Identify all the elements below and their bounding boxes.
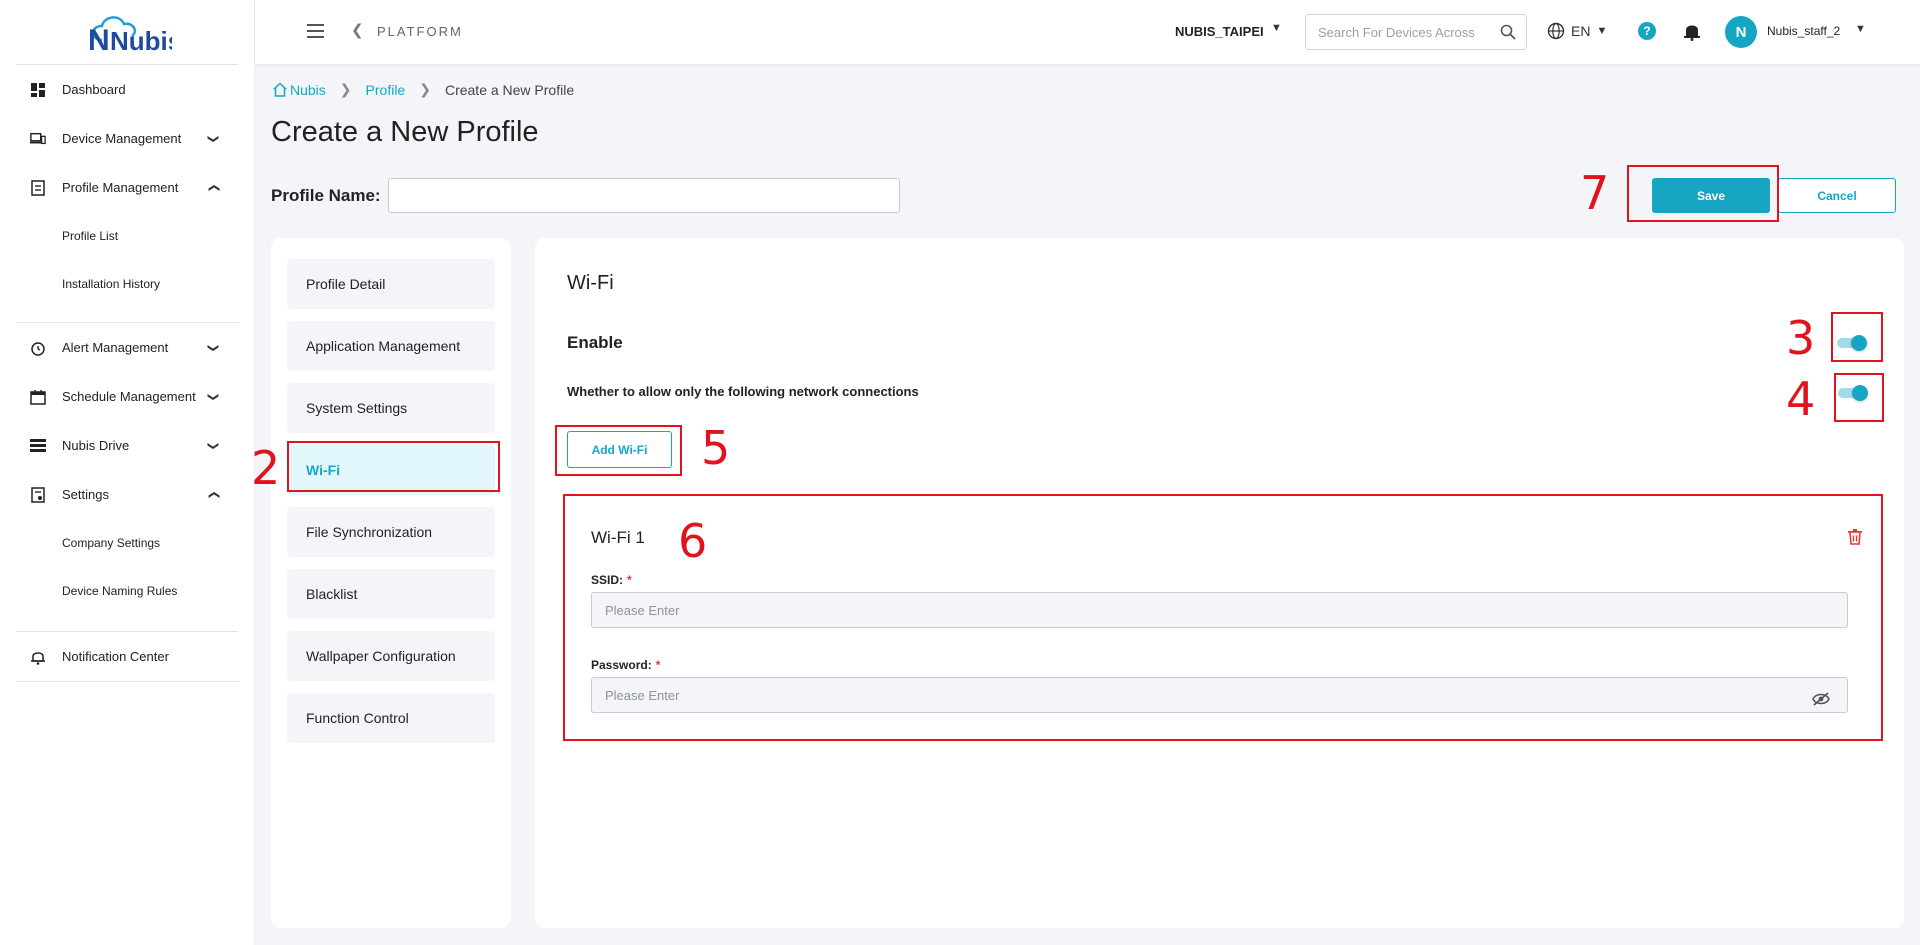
calendar-icon: [30, 389, 46, 405]
breadcrumb-separator-icon: ❯: [339, 81, 352, 97]
caret-down-icon: ▼: [1596, 25, 1608, 37]
sidebar-item-label: Dashboard: [62, 82, 126, 97]
dashboard-icon: [30, 82, 46, 98]
chevron-up-icon: ❯: [207, 489, 220, 500]
sidebar-item-label: Alert Management: [62, 340, 169, 355]
profile-icon: [30, 179, 46, 196]
logo[interactable]: N Nubis: [0, 0, 254, 64]
sidebar-item-label: Profile Management: [62, 180, 179, 195]
annotation-number: 3: [1786, 311, 1816, 365]
sidebar-item-notification-center[interactable]: Notification Center: [16, 632, 238, 681]
annotation-box-wifi-menu: [287, 441, 500, 492]
breadcrumb-current: Create a New Profile: [444, 81, 575, 98]
search-input[interactable]: [1306, 15, 1486, 49]
annotation-box-add-wifi: [555, 425, 682, 476]
help-icon[interactable]: ?: [1638, 22, 1656, 40]
chevron-down-icon: ❯: [206, 342, 219, 353]
page-title: Create a New Profile: [271, 116, 539, 148]
svg-text:N: N: [88, 24, 110, 54]
annotation-number: 4: [1786, 372, 1816, 426]
sidebar-item-installation-history[interactable]: Installation History: [16, 260, 238, 308]
drive-icon: [30, 438, 46, 454]
cancel-button[interactable]: Cancel: [1778, 178, 1896, 213]
settings-doc-icon: [30, 486, 46, 503]
sidebar-item-device-naming-rules[interactable]: Device Naming Rules: [16, 567, 238, 615]
annotation-number: 5: [701, 421, 731, 475]
annotation-box-allow-toggle: [1834, 373, 1884, 422]
hamburger-menu-icon[interactable]: [307, 24, 324, 38]
menu-item-system-settings[interactable]: System Settings: [287, 383, 495, 433]
devices-icon: [30, 131, 46, 147]
sidebar-item-alert-management[interactable]: Alert Management ❯: [16, 323, 238, 372]
sidebar-item-schedule-management[interactable]: Schedule Management ❯: [16, 372, 238, 421]
global-search: [1305, 14, 1527, 50]
home-icon[interactable]: [272, 82, 288, 97]
sidebar-item-label: Settings: [62, 487, 109, 502]
menu-item-profile-detail[interactable]: Profile Detail: [287, 259, 495, 309]
sidebar: N Nubis Dashboard Device Management ❯ Pr…: [0, 0, 255, 945]
enable-label: Enable: [567, 333, 623, 352]
menu-item-application-management[interactable]: Application Management: [287, 321, 495, 371]
menu-item-wallpaper-configuration[interactable]: Wallpaper Configuration: [287, 631, 495, 681]
language-selector[interactable]: EN ▼: [1547, 22, 1607, 40]
chevron-down-icon: ❯: [206, 391, 219, 402]
annotation-number: 6: [678, 514, 708, 568]
menu-item-file-synchronization[interactable]: File Synchronization: [287, 507, 495, 557]
top-header: ❮ PLATFORM NUBIS_TAIPEI ▼ EN ▼ ? N Nubis…: [255, 0, 1920, 64]
breadcrumb: Nubis ❯ Profile ❯ Create a New Profile: [272, 81, 574, 98]
sidebar-item-company-settings[interactable]: Company Settings: [16, 519, 238, 567]
annotation-box-save: [1627, 165, 1779, 222]
notification-bell-icon[interactable]: [1683, 21, 1701, 41]
bell-outline-icon: [30, 649, 46, 665]
annotation-box-enable-toggle: [1831, 312, 1883, 362]
menu-item-function-control[interactable]: Function Control: [287, 693, 495, 743]
sidebar-item-device-management[interactable]: Device Management ❯: [16, 114, 238, 163]
section-title: Wi-Fi: [567, 272, 614, 294]
allow-only-networks-label: Whether to allow only the following netw…: [567, 384, 919, 399]
svg-text:Nubis: Nubis: [110, 26, 172, 54]
sidebar-item-label: Nubis Drive: [62, 438, 130, 453]
menu-item-blacklist[interactable]: Blacklist: [287, 569, 495, 619]
profile-settings-menu: Profile Detail Application Management Sy…: [271, 238, 511, 928]
alarm-clock-icon: [30, 340, 46, 356]
caret-down-icon[interactable]: ▼: [1271, 22, 1282, 34]
breadcrumb-home[interactable]: Nubis: [290, 82, 326, 98]
language-label: EN: [1571, 23, 1591, 39]
sidebar-item-settings[interactable]: Settings ❯: [16, 470, 238, 519]
sidebar-item-dashboard[interactable]: Dashboard: [16, 65, 238, 114]
annotation-number: 7: [1580, 166, 1610, 220]
chevron-down-icon: ❯: [206, 440, 219, 451]
caret-down-icon[interactable]: ▼: [1855, 23, 1866, 35]
username[interactable]: Nubis_staff_2: [1767, 24, 1840, 38]
platform-label[interactable]: PLATFORM: [377, 24, 463, 39]
breadcrumb-profile[interactable]: Profile: [366, 82, 406, 98]
avatar[interactable]: N: [1725, 16, 1757, 48]
sidebar-item-label: Notification Center: [62, 649, 169, 664]
breadcrumb-separator-icon: ❯: [419, 81, 431, 97]
chevron-up-icon: ❯: [207, 182, 220, 193]
sidebar-item-label: Schedule Management: [62, 389, 196, 404]
chevron-down-icon: ❯: [206, 133, 219, 144]
sidebar-item-label: Device Management: [62, 131, 182, 146]
chevron-left-icon[interactable]: ❮: [351, 21, 364, 39]
organization-selector[interactable]: NUBIS_TAIPEI: [1175, 24, 1264, 39]
sidebar-item-profile-list[interactable]: Profile List: [16, 212, 238, 260]
annotation-number: 2: [251, 441, 281, 495]
annotation-box-wifi-entry: [563, 494, 1883, 741]
profile-name-input[interactable]: [388, 178, 900, 213]
profile-name-label: Profile Name:: [271, 186, 381, 205]
search-icon[interactable]: [1500, 24, 1516, 40]
sidebar-item-nubis-drive[interactable]: Nubis Drive ❯: [16, 421, 238, 470]
globe-icon: [1547, 22, 1565, 40]
nubis-cloud-logo-icon: N Nubis: [88, 16, 172, 54]
sidebar-item-profile-management[interactable]: Profile Management ❯: [16, 163, 238, 212]
